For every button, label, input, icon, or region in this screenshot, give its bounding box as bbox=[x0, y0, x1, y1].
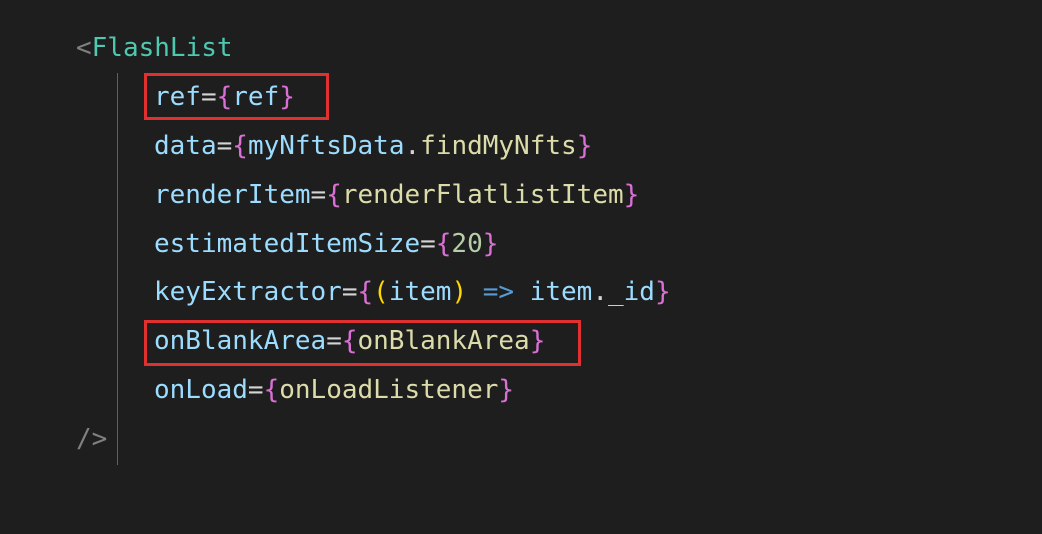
code-line-5: estimatedItemSize={20} bbox=[76, 220, 1042, 269]
value-renderflatlistitem: renderFlatlistItem bbox=[342, 180, 624, 210]
code-line-7: onBlankArea={onBlankArea} bbox=[76, 317, 1042, 366]
attr-data: data bbox=[154, 131, 217, 161]
attr-renderitem: renderItem bbox=[154, 180, 311, 210]
code-line-1: <FlashList bbox=[76, 24, 1042, 73]
code-line-4: renderItem={renderFlatlistItem} bbox=[76, 171, 1042, 220]
obj-item: item bbox=[530, 277, 593, 307]
code-line-6: keyExtractor={(item) => item._id} bbox=[76, 268, 1042, 317]
value-ref: ref bbox=[232, 82, 279, 112]
value-onblankarea: onBlankArea bbox=[358, 326, 530, 356]
attr-onload: onLoad bbox=[154, 375, 248, 405]
attr-onblankarea: onBlankArea bbox=[154, 326, 326, 356]
attr-ref: ref bbox=[154, 82, 201, 112]
value-onloadlistener: onLoadListener bbox=[279, 375, 498, 405]
self-close: /> bbox=[76, 424, 107, 454]
value-20: 20 bbox=[451, 229, 482, 259]
angle-open: < bbox=[76, 33, 92, 63]
attr-estimateditemsize: estimatedItemSize bbox=[154, 229, 420, 259]
code-line-2: ref={ref} bbox=[76, 73, 1042, 122]
prop-id: _id bbox=[608, 277, 655, 307]
code-line-9: /> bbox=[76, 415, 1042, 464]
prop-findmynfts: findMyNfts bbox=[420, 131, 577, 161]
component-name: FlashList bbox=[92, 33, 233, 63]
arrow-token: => bbox=[467, 277, 530, 307]
code-line-8: onLoad={onLoadListener} bbox=[76, 366, 1042, 415]
attr-keyextractor: keyExtractor bbox=[154, 277, 342, 307]
code-line-3: data={myNftsData.findMyNfts} bbox=[76, 122, 1042, 171]
obj-mynftsdata: myNftsData bbox=[248, 131, 405, 161]
param-item: item bbox=[389, 277, 452, 307]
